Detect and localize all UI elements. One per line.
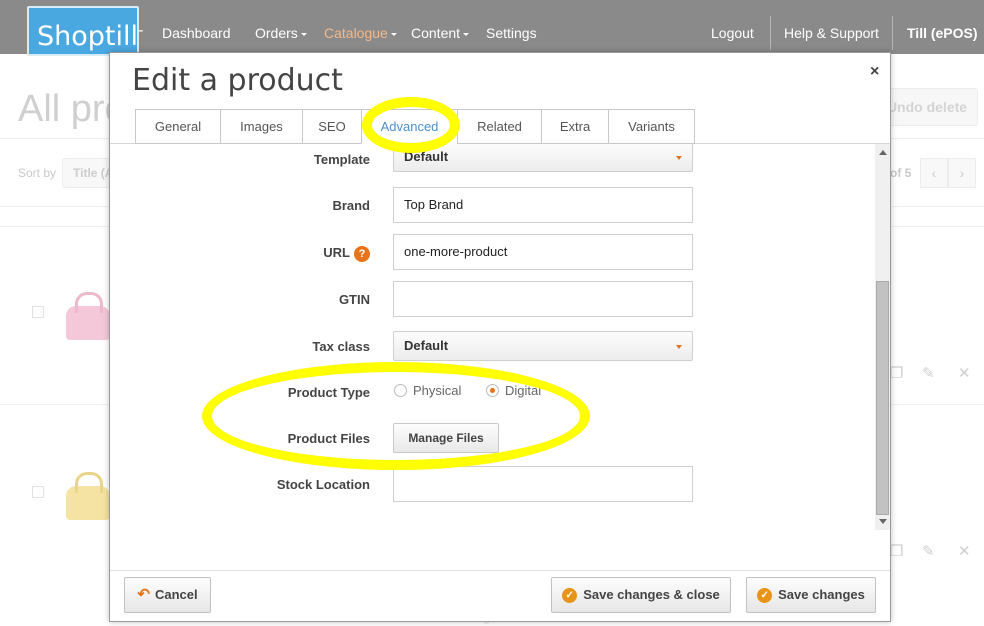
edit-icon[interactable]: ✎ bbox=[922, 542, 935, 560]
chevron-down-icon bbox=[463, 32, 470, 36]
close-icon[interactable]: × bbox=[870, 63, 879, 81]
edit-product-modal: Edit a product × General Images SEO Adva… bbox=[109, 52, 891, 622]
undo-delete-button[interactable]: Undo delete bbox=[876, 88, 978, 126]
top-nav-bar: Shoptill-e Dashboard Orders Catalogue Co… bbox=[0, 0, 984, 90]
gtin-input[interactable] bbox=[393, 281, 693, 317]
stock-location-label: Stock Location bbox=[276, 477, 370, 492]
nav-till-epos[interactable]: Till (ePOS) bbox=[907, 25, 978, 41]
advanced-form: Template Default Brand Top Brand URL? on… bbox=[110, 144, 875, 530]
tax-class-label: Tax class bbox=[312, 339, 370, 354]
radio-digital[interactable]: Digital bbox=[486, 383, 541, 398]
chevron-down-icon bbox=[300, 32, 307, 36]
save-close-button[interactable]: ✓ Save changes & close bbox=[551, 577, 731, 613]
footer-divider bbox=[110, 570, 890, 571]
brand-label: Brand bbox=[332, 198, 370, 213]
nav-settings[interactable]: Settings bbox=[486, 25, 537, 41]
nav-logout[interactable]: Logout bbox=[711, 25, 754, 41]
scroll-up-icon[interactable] bbox=[879, 150, 887, 155]
tab-images[interactable]: Images bbox=[220, 109, 302, 144]
tab-seo[interactable]: SEO bbox=[302, 109, 361, 144]
tab-extra[interactable]: Extra bbox=[541, 109, 608, 144]
edit-icon[interactable]: ✎ bbox=[922, 364, 935, 382]
tab-related[interactable]: Related bbox=[457, 109, 541, 144]
product-type-label: Product Type bbox=[287, 385, 370, 400]
tab-advanced[interactable]: Advanced bbox=[361, 109, 457, 144]
modal-title: Edit a product bbox=[132, 63, 343, 98]
dropdown-arrow-icon bbox=[676, 345, 682, 349]
pager-next-icon[interactable]: › bbox=[948, 158, 976, 188]
back-arrow-icon: ↶ bbox=[137, 586, 150, 603]
row-checkbox[interactable] bbox=[32, 306, 44, 318]
brand-input[interactable]: Top Brand bbox=[393, 187, 693, 223]
save-button[interactable]: ✓ Save changes bbox=[746, 577, 876, 613]
nav-divider bbox=[892, 16, 893, 50]
gtin-label: GTIN bbox=[338, 292, 370, 307]
delete-icon[interactable]: ✕ bbox=[958, 542, 971, 560]
cancel-button[interactable]: ↶ Cancel bbox=[124, 577, 211, 613]
radio-checked-icon bbox=[486, 384, 499, 397]
pink-bag-thumbnail bbox=[66, 292, 110, 340]
url-label: URL? bbox=[110, 245, 370, 262]
sort-by-label: Sort by bbox=[18, 166, 57, 180]
pager-prev-icon[interactable]: ‹ bbox=[920, 158, 948, 188]
radio-physical[interactable]: Physical bbox=[394, 383, 461, 398]
form-scrollbar[interactable] bbox=[875, 144, 890, 530]
scrollbar-thumb[interactable] bbox=[876, 281, 889, 515]
tax-class-select[interactable]: Default bbox=[393, 331, 693, 361]
scroll-down-icon[interactable] bbox=[879, 519, 887, 524]
row-checkbox[interactable] bbox=[32, 486, 44, 498]
tab-variants[interactable]: Variants bbox=[608, 109, 695, 144]
nav-help-support[interactable]: Help & Support bbox=[784, 25, 879, 41]
nav-divider bbox=[770, 16, 771, 50]
chevron-down-icon bbox=[390, 32, 397, 36]
copy-icon[interactable]: ❐ bbox=[890, 364, 903, 382]
delete-icon[interactable]: ✕ bbox=[958, 364, 971, 382]
radio-icon bbox=[394, 384, 407, 397]
product-files-label: Product Files bbox=[287, 431, 370, 446]
yellow-bag-thumbnail bbox=[66, 472, 110, 520]
shoptill-logo[interactable]: Shoptill-e bbox=[27, 6, 143, 90]
nav-content[interactable]: Content bbox=[411, 25, 470, 41]
check-circle-icon: ✓ bbox=[757, 587, 773, 603]
pager-text: of 5 bbox=[890, 166, 912, 180]
stock-location-input[interactable] bbox=[393, 466, 693, 502]
nav-orders[interactable]: Orders bbox=[255, 25, 307, 41]
nav-dashboard[interactable]: Dashboard bbox=[162, 25, 231, 41]
nav-catalogue[interactable]: Catalogue bbox=[324, 25, 397, 41]
help-icon[interactable]: ? bbox=[354, 245, 370, 262]
manage-files-button[interactable]: Manage Files bbox=[393, 423, 499, 453]
tab-bar: General Images SEO Advanced Related Extr… bbox=[135, 109, 695, 144]
copy-icon[interactable]: ❐ bbox=[890, 542, 903, 560]
url-input[interactable]: one-more-product bbox=[393, 234, 693, 270]
template-select[interactable]: Default bbox=[393, 144, 693, 172]
tab-general[interactable]: General bbox=[135, 109, 220, 144]
dropdown-arrow-icon bbox=[676, 156, 682, 160]
check-circle-icon: ✓ bbox=[562, 587, 578, 603]
template-label: Template bbox=[313, 152, 370, 167]
